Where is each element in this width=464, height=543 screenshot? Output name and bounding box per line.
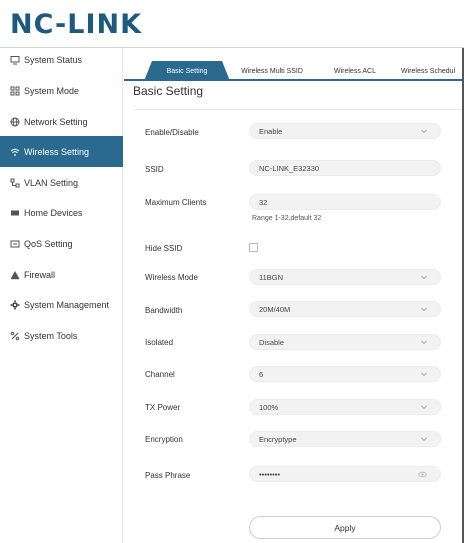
encryption-value: Encryptype (259, 434, 297, 444)
brand-logo: NC-LINK (10, 9, 143, 40)
channel-select[interactable]: 6 (249, 366, 441, 382)
gear-icon (9, 299, 20, 310)
sidebar-item-vlan-setting[interactable]: VLAN Setting (0, 167, 123, 198)
apply-button[interactable]: Apply (249, 516, 441, 539)
tab-basic-setting[interactable]: Basic Setting (144, 61, 230, 81)
max-clients-hint: Range 1-32,default 32 (252, 215, 322, 222)
ssid-input[interactable]: NC-LINK_E32330 (249, 160, 441, 176)
sidebar-item-label: System Tools (24, 330, 78, 341)
page-title: Basic Setting (133, 84, 204, 98)
isolated-select[interactable]: Disable (249, 334, 441, 350)
sidebar-item-network-setting[interactable]: Network Setting (0, 106, 123, 137)
pass-phrase-value: •••••••• (259, 469, 281, 479)
sidebar-item-label: Firewall (24, 269, 56, 280)
chevron-down-icon (420, 273, 428, 281)
divider (133, 109, 464, 110)
tx-power-select[interactable]: 100% (249, 399, 441, 415)
chevron-down-icon (420, 338, 428, 346)
wifi-icon (9, 146, 20, 157)
chevron-down-icon (420, 127, 428, 135)
chevron-down-icon (420, 370, 428, 378)
chevron-down-icon (420, 435, 428, 443)
sidebar-item-system-mode[interactable]: System Mode (0, 75, 123, 106)
sidebar-item-qos-setting[interactable]: QoS Setting (0, 228, 123, 259)
ssid-label: SSID (145, 165, 164, 174)
sidebar-item-label: Network Setting (24, 116, 88, 127)
pass-phrase-input[interactable]: •••••••• (249, 466, 441, 482)
sidebar-item-label: Wireless Setting (24, 146, 90, 157)
bandwidth-value: 20M/40M (259, 304, 291, 314)
tx-power-value: 100% (259, 402, 279, 412)
vlan-icon (9, 177, 20, 188)
wireless-mode-label: Wireless Mode (145, 273, 198, 282)
tab-wireless-multi-ssid[interactable]: Wireless Multi SSID (232, 61, 312, 81)
qos-icon (9, 238, 20, 249)
isolated-label: Isolated (145, 338, 174, 347)
sidebar-item-system-tools[interactable]: System Tools (0, 320, 123, 351)
monitor-icon (9, 54, 20, 65)
sidebar-item-label: VLAN Setting (24, 177, 79, 188)
grid-icon (9, 85, 20, 96)
encryption-label: Encryption (145, 435, 183, 444)
sidebar-item-label: System Mode (24, 85, 80, 96)
hide-ssid-label: Hide SSID (145, 244, 183, 253)
enable-value: Enable (259, 126, 283, 136)
firewall-icon (9, 269, 20, 280)
isolated-value: Disable (259, 337, 285, 347)
sidebar-item-label: Home Devices (24, 207, 83, 218)
max-clients-label: Maximum Clients (145, 198, 207, 207)
sidebar: System Status System Mode Network Settin… (0, 48, 123, 543)
eye-icon[interactable] (418, 470, 427, 479)
pass-phrase-label: Pass Phrase (145, 471, 191, 480)
sidebar-item-system-status[interactable]: System Status (0, 44, 123, 75)
tab-bar: Basic Setting Wireless Multi SSID Wirele… (124, 57, 464, 81)
header: NC-LINK (0, 0, 464, 48)
bandwidth-label: Bandwidth (145, 306, 183, 315)
wireless-mode-value: 11BGN (259, 272, 284, 282)
sidebar-item-label: System Management (24, 299, 110, 310)
wireless-mode-select[interactable]: 11BGN (249, 269, 441, 285)
tab-wireless-schedule[interactable]: Wireless Schedul (401, 61, 464, 81)
bandwidth-select[interactable]: 20M/40M (249, 301, 441, 317)
max-clients-input[interactable]: 32 (249, 194, 441, 210)
channel-value: 6 (259, 369, 264, 379)
chevron-down-icon (420, 305, 428, 313)
channel-label: Channel (145, 370, 175, 379)
tx-power-label: TX Power (145, 403, 181, 412)
globe-icon (9, 116, 20, 127)
sidebar-item-label: System Status (24, 54, 83, 65)
tools-icon (9, 330, 20, 341)
chevron-down-icon (420, 403, 428, 411)
enable-label: Enable/Disable (145, 128, 199, 137)
sidebar-item-home-devices[interactable]: Home Devices (0, 197, 123, 228)
encryption-select[interactable]: Encryptype (249, 431, 441, 447)
main-panel: Basic Setting Wireless Multi SSID Wirele… (124, 48, 464, 543)
devices-icon (9, 207, 20, 218)
sidebar-item-label: QoS Setting (24, 238, 73, 249)
sidebar-item-system-management[interactable]: System Management (0, 289, 123, 320)
sidebar-item-firewall[interactable]: Firewall (0, 259, 123, 290)
tab-wireless-acl[interactable]: Wireless ACL (324, 61, 386, 81)
enable-select[interactable]: Enable (249, 123, 441, 139)
sidebar-item-wireless-setting[interactable]: Wireless Setting (0, 136, 123, 167)
hide-ssid-checkbox[interactable] (249, 243, 258, 252)
